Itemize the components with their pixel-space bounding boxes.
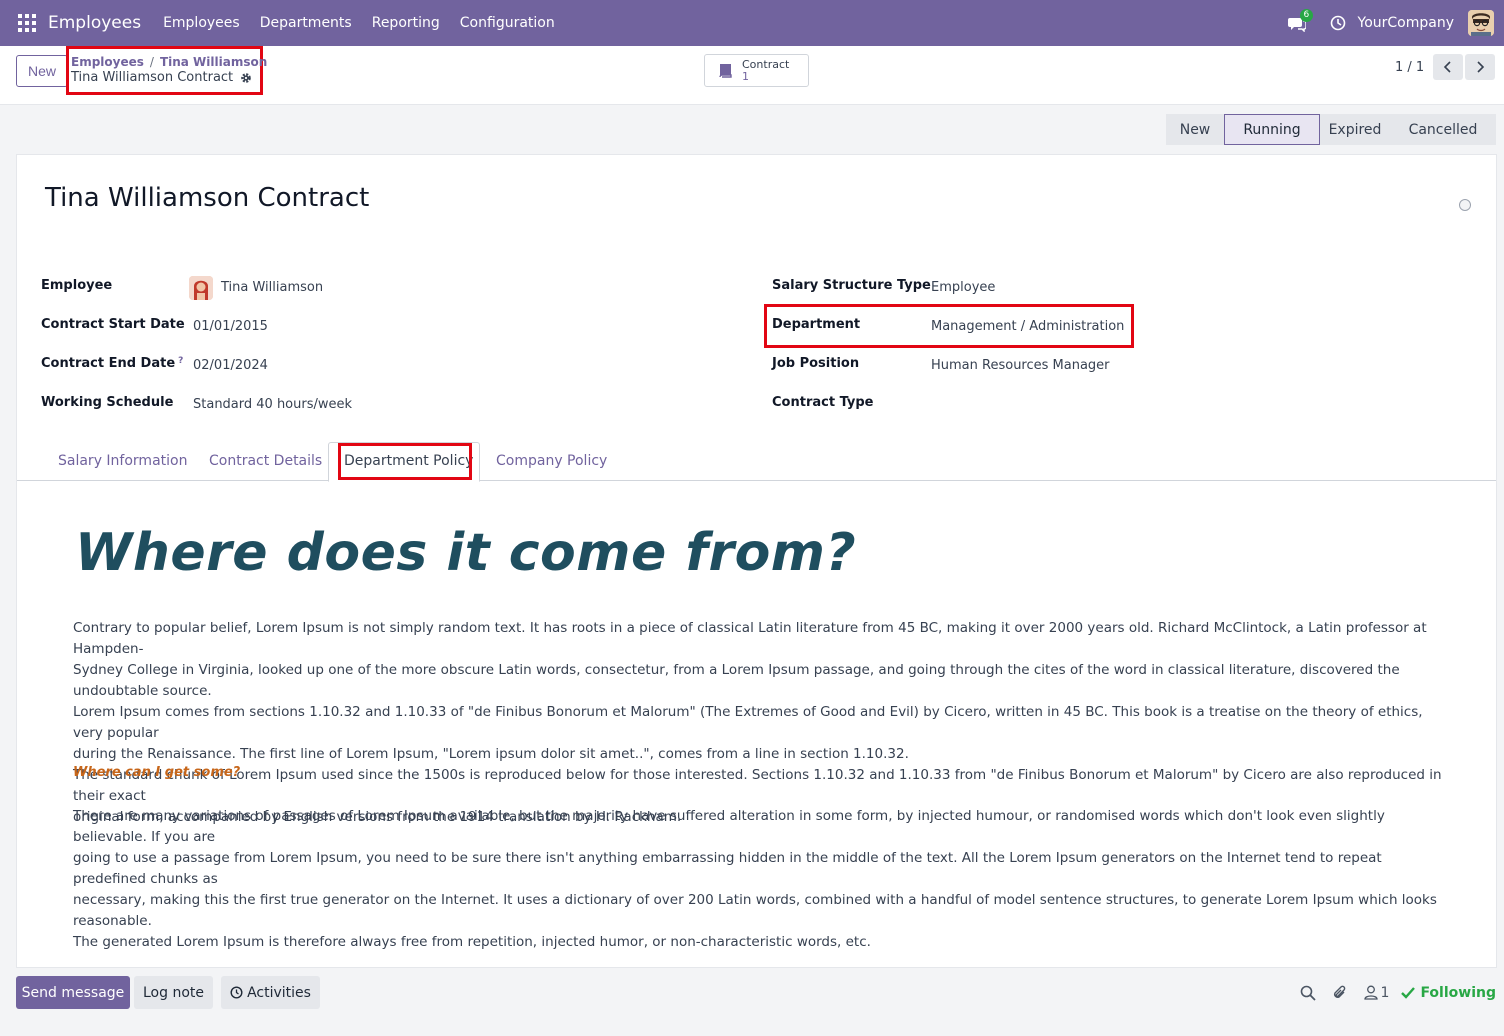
breadcrumb: Employees / Tina Williamson [71,55,268,69]
tab-highlight [338,443,472,480]
policy-paragraph-2: There are many variations of passages of… [73,806,1443,953]
state-indicator[interactable] [1459,199,1471,211]
send-message-button[interactable]: Send message [16,976,130,1009]
clock-icon[interactable] [1330,15,1346,31]
smart-button-count: 1 [742,69,749,83]
chevron-left-icon [1443,61,1451,73]
department-value[interactable]: Management / Administration [931,319,1124,334]
paperclip-icon[interactable] [1332,985,1348,1001]
apps-grid-icon[interactable] [18,14,36,32]
clock-icon [230,986,243,999]
employee-label: Employee [41,278,113,293]
menu-reporting[interactable]: Reporting [372,15,440,31]
paragraph-line: Contrary to popular belief, Lorem Ipsum … [73,620,1427,657]
chatter-toolbar: 1 Following [1300,976,1496,1009]
notebook-tabs: Salary Information Contract Details Depa… [17,442,1496,482]
stage-running[interactable]: Running [1224,114,1320,145]
gear-icon[interactable] [240,72,252,84]
employee-avatar [189,276,213,300]
company-switcher[interactable]: YourCompany [1358,15,1455,31]
check-icon [1401,986,1416,999]
menu-employees[interactable]: Employees [163,15,240,31]
app-brand[interactable]: Employees [48,13,141,33]
job-position-value[interactable]: Human Resources Manager [931,358,1110,373]
activities-label: Activities [247,984,311,1001]
working-schedule-label: Working Schedule [41,395,174,410]
messages-count-badge: 6 [1299,9,1314,22]
tab-contract-details[interactable]: Contract Details [209,453,322,469]
new-record-button[interactable]: New [16,55,68,87]
search-icon[interactable] [1300,985,1316,1001]
stage-expired[interactable]: Expired [1320,114,1390,145]
chatter-bar: Send message Log note Activities 1 Follo… [0,976,1504,1009]
tab-salary-information[interactable]: Salary Information [58,453,187,469]
control-panel: New Employees / Tina Williamson Tina Willi… [0,46,1504,105]
form-sheet: Tina Williamson Contract Employee Tina W… [16,154,1497,968]
policy-paragraph-1: Contrary to popular belief, Lorem Ipsum … [73,618,1443,828]
pager-value[interactable]: 1 / 1 [1395,60,1424,75]
paragraph-line: There are many variations of passages of… [73,808,1385,845]
record-title[interactable]: Tina Williamson Contract [45,183,369,213]
contract-end-label-text: Contract End Date [41,356,176,371]
pager-previous-button[interactable] [1433,54,1463,80]
breadcrumb-employee[interactable]: Tina Williamson [160,55,267,69]
smart-button-label: Contract [742,57,790,71]
user-avatar[interactable] [1468,10,1494,36]
paragraph-line: during the Renaissance. The first line o… [73,746,909,762]
messages-icon[interactable]: 6 [1287,9,1314,33]
current-record-name: Tina Williamson Contract [71,70,234,85]
top-navbar: Employees Employees Departments Reportin… [0,0,1504,46]
menu-configuration[interactable]: Configuration [460,15,555,31]
paragraph-line: Sydney College in Virginia, looked up on… [73,662,1400,699]
salary-structure-value[interactable]: Employee [931,280,995,295]
paragraph-line: The standard chunk of Lorem Ipsum used s… [73,767,1442,804]
department-label: Department [772,317,861,332]
contract-smart-button[interactable]: Contract 1 [704,54,809,87]
employee-value[interactable]: Tina Williamson [221,280,323,295]
contract-start-label: Contract Start Date [41,317,185,332]
tab-company-policy[interactable]: Company Policy [496,453,607,469]
working-schedule-value[interactable]: Standard 40 hours/week [193,397,352,412]
paragraph-line: The generated Lorem Ipsum is therefore a… [73,934,871,950]
breadcrumb-employees[interactable]: Employees [71,55,144,69]
stage-cancelled[interactable]: Cancelled [1390,114,1496,145]
pager-next-button[interactable] [1465,54,1495,80]
book-icon [719,64,732,78]
menu-departments[interactable]: Departments [260,15,352,31]
paragraph-line: going to use a passage from Lorem Ipsum,… [73,850,1382,887]
followers-count[interactable]: 1 [1381,985,1390,1001]
activities-button[interactable]: Activities [221,976,320,1009]
policy-subheading: Where can I get some? [73,765,241,780]
contract-start-value[interactable]: 01/01/2015 [193,319,268,334]
contract-type-label: Contract Type [772,395,874,410]
contract-end-label: Contract End Date? [41,356,183,371]
salary-structure-label: Salary Structure Type [772,278,931,293]
stage-new[interactable]: New [1166,114,1224,145]
status-bar: New Running Expired Cancelled [1166,114,1496,145]
contract-end-value[interactable]: 02/01/2024 [193,358,268,373]
paragraph-line: Lorem Ipsum comes from sections 1.10.32 … [73,704,1423,741]
job-position-label: Job Position [772,356,860,371]
breadcrumb-current: Tina Williamson Contract [71,70,252,85]
following-label: Following [1420,984,1496,1001]
policy-heading: Where does it come from? [75,523,857,583]
paragraph-line: necessary, making this the first true ge… [73,892,1437,929]
help-tooltip-icon[interactable]: ? [178,356,183,366]
follower-user-icon[interactable] [1363,985,1378,1000]
following-button[interactable]: Following [1401,985,1496,1001]
chevron-right-icon [1477,61,1485,73]
log-note-button[interactable]: Log note [134,976,213,1009]
